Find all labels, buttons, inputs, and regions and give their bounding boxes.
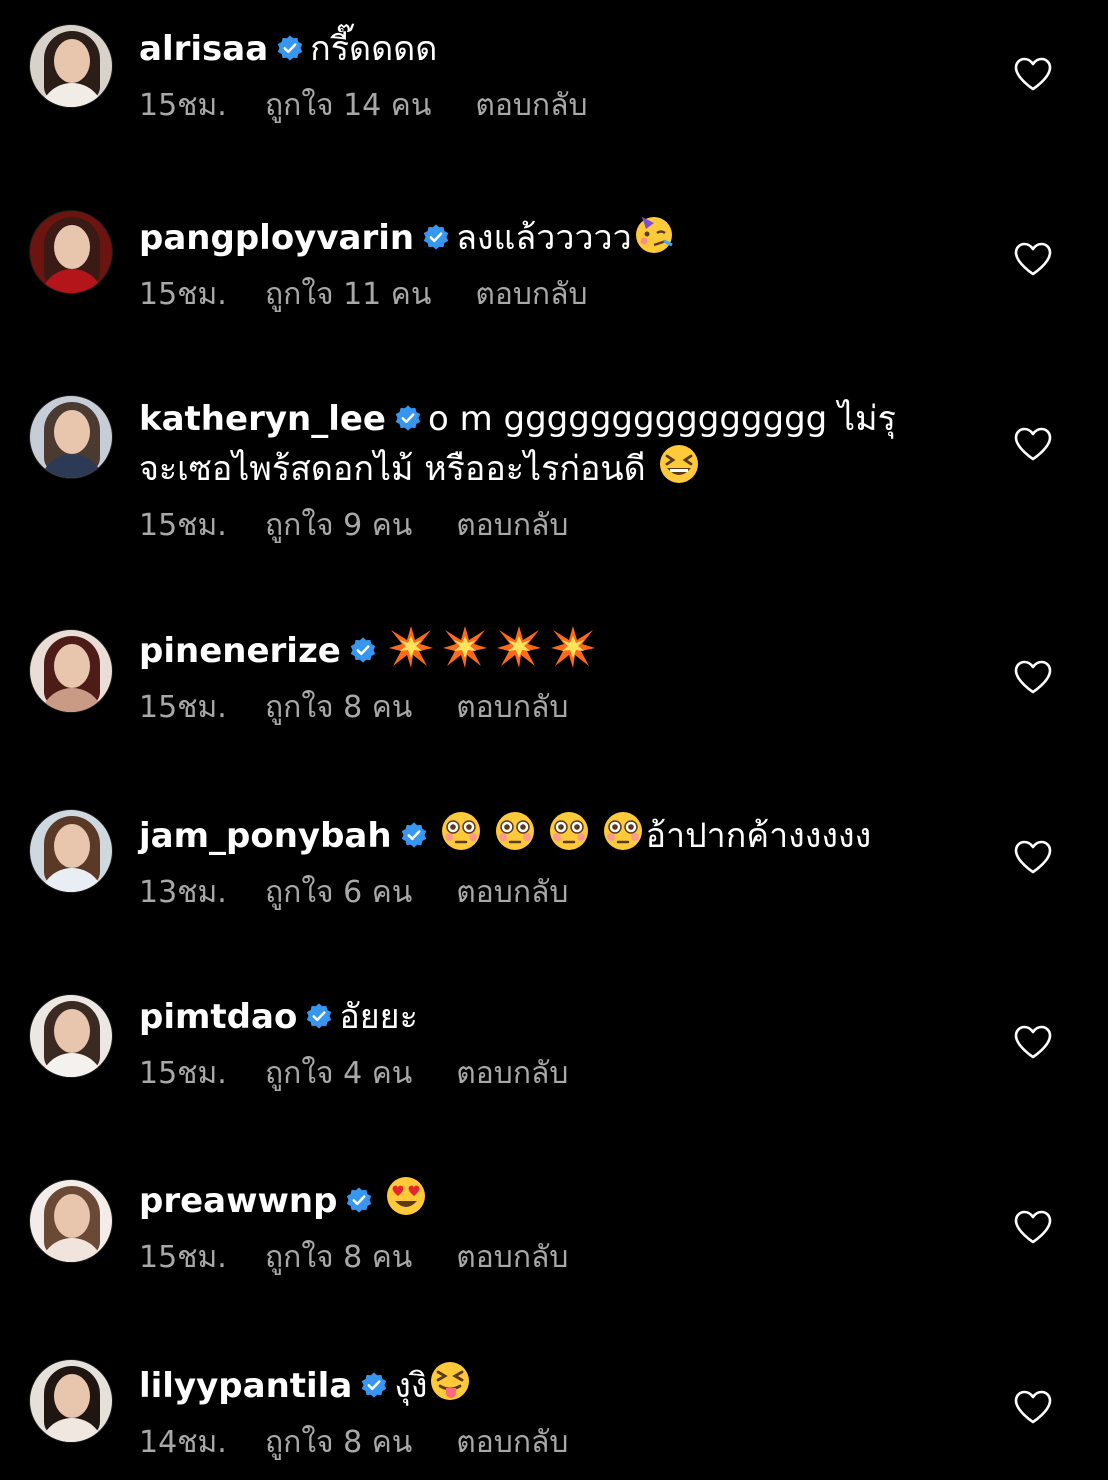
username[interactable]: pinenerize	[139, 631, 341, 671]
like-count[interactable]: ถูกใจ 8 คน	[265, 1425, 412, 1461]
verified-badge-icon	[277, 35, 303, 61]
reply-button[interactable]: ตอบกลับ	[456, 508, 568, 544]
heart-icon[interactable]	[1013, 426, 1053, 462]
heart-icon[interactable]	[1013, 56, 1053, 92]
like-count[interactable]: ถูกใจ 6 คน	[265, 875, 412, 911]
timestamp: 15ชม.	[139, 1240, 227, 1275]
comment-text: กรี๊ดดดด	[310, 29, 438, 69]
partying-face-icon	[635, 217, 673, 253]
verified-badge-icon	[307, 1003, 332, 1029]
avatar[interactable]	[29, 24, 113, 108]
reply-button[interactable]: ตอบกลับ	[456, 1425, 568, 1461]
username[interactable]: alrisaa	[139, 29, 268, 69]
squinting-face-with-tongue-icon	[431, 1362, 470, 1400]
like-count[interactable]: ถูกใจ 4 คน	[265, 1056, 412, 1092]
timestamp: 15ชม.	[139, 88, 227, 123]
timestamp: 13ชม.	[139, 875, 227, 910]
username[interactable]: lilyypantila	[139, 1366, 352, 1406]
heart-icon[interactable]	[1013, 839, 1053, 875]
like-count[interactable]: ถูกใจ 8 คน	[265, 1240, 412, 1276]
reply-button[interactable]: ตอบกลับ	[456, 690, 568, 726]
smiling-face-with-heart-eyes-icon	[387, 1177, 426, 1215]
heart-icon[interactable]	[1013, 1024, 1053, 1060]
flushed-face-icon	[549, 812, 588, 850]
verified-badge-icon	[347, 1187, 372, 1213]
collision-icon	[550, 626, 595, 668]
heart-icon[interactable]	[1013, 241, 1053, 277]
username[interactable]: pangployvarin	[139, 218, 414, 258]
timestamp: 15ชม.	[139, 277, 227, 312]
comment-text: o m ggggggggggggggg ไม่รุ	[427, 399, 896, 439]
avatar[interactable]	[29, 1179, 113, 1263]
verified-badge-icon	[423, 224, 449, 250]
timestamp: 14ชม.	[139, 1425, 227, 1460]
like-count[interactable]: ถูกใจ 8 คน	[265, 690, 412, 726]
reply-button[interactable]: ตอบกลับ	[475, 277, 587, 313]
verified-badge-icon	[395, 405, 421, 431]
timestamp: 15ชม.	[139, 508, 227, 543]
comment-text-line2: จะเซอไพร้สดอกไม้ หรืออะไรก่อนดี	[139, 449, 646, 489]
like-count[interactable]: ถูกใจ 9 คน	[265, 508, 412, 544]
flushed-face-icon	[495, 812, 534, 850]
comment-text: อ้าปากค้างงงงง	[645, 816, 872, 856]
timestamp: 15ชม.	[139, 1056, 227, 1091]
avatar[interactable]	[29, 994, 113, 1078]
like-count[interactable]: ถูกใจ 11 คน	[265, 277, 431, 313]
collision-icon	[442, 626, 487, 668]
collision-icon	[388, 626, 433, 668]
collision-icon	[496, 626, 541, 668]
reply-button[interactable]: ตอบกลับ	[475, 88, 587, 124]
flushed-face-icon	[603, 812, 642, 850]
timestamp: 15ชม.	[139, 690, 227, 725]
heart-icon[interactable]	[1013, 1209, 1053, 1245]
avatar[interactable]	[29, 210, 113, 294]
reply-button[interactable]: ตอบกลับ	[456, 1056, 568, 1092]
verified-badge-icon	[350, 637, 376, 663]
comment-text: ลงแล้ววววว	[456, 218, 632, 258]
heart-icon[interactable]	[1013, 1389, 1053, 1425]
heart-icon[interactable]	[1013, 659, 1053, 695]
comment-text: อัยยะ	[339, 997, 418, 1037]
username[interactable]: jam_ponybah	[139, 816, 392, 856]
avatar[interactable]	[29, 395, 113, 479]
avatar[interactable]	[29, 1359, 113, 1443]
flushed-face-icon	[441, 812, 480, 850]
like-count[interactable]: ถูกใจ 14 คน	[265, 88, 431, 124]
comment-text: งุงิ	[394, 1366, 428, 1406]
reply-button[interactable]: ตอบกลับ	[456, 1240, 568, 1276]
grinning-squinting-face-icon	[659, 445, 698, 483]
avatar[interactable]	[29, 809, 113, 893]
username[interactable]: pimtdao	[139, 997, 297, 1037]
username[interactable]: preawwnp	[139, 1181, 337, 1221]
reply-button[interactable]: ตอบกลับ	[456, 875, 568, 911]
verified-badge-icon	[401, 822, 426, 848]
username[interactable]: katheryn_lee	[139, 399, 386, 439]
avatar[interactable]	[29, 629, 113, 713]
verified-badge-icon	[362, 1372, 387, 1398]
